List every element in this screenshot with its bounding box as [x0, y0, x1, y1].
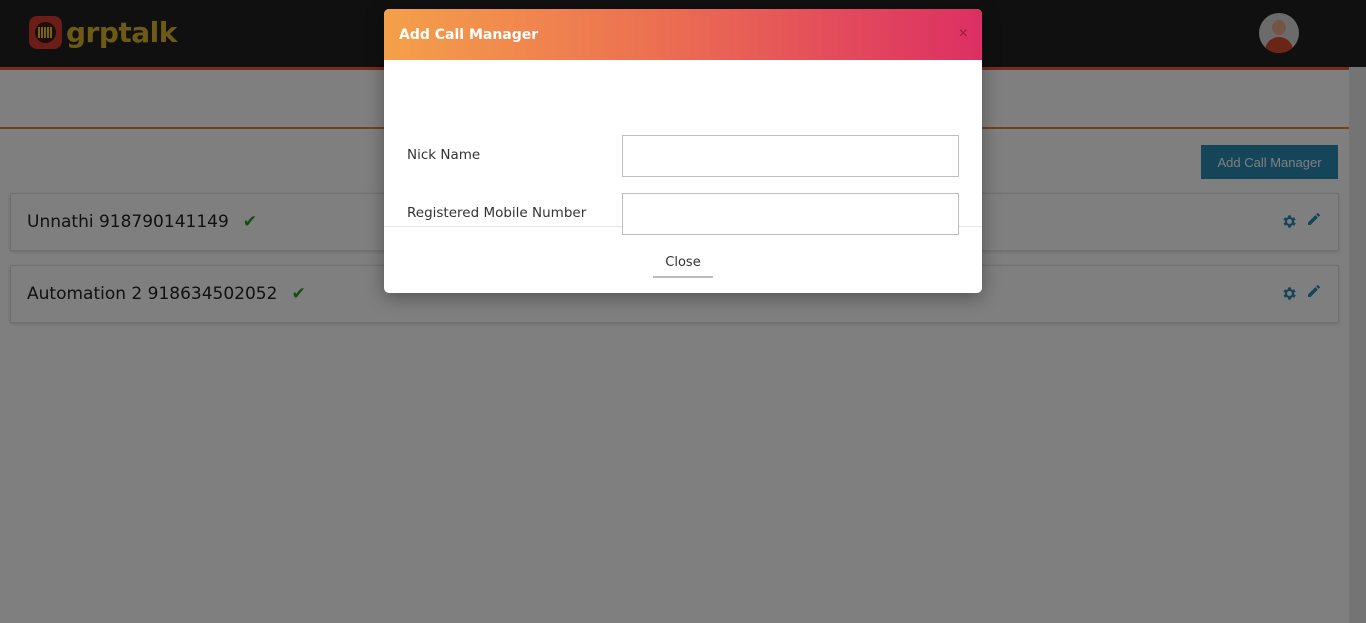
close-button[interactable]: Close [653, 247, 713, 278]
mobile-number-input[interactable] [622, 193, 959, 235]
nick-name-label: Nick Name [407, 147, 481, 163]
add-call-manager-modal: Add Call Manager × Nick Name Registered … [384, 9, 982, 293]
modal-body: Nick Name Registered Mobile Number [384, 60, 982, 235]
modal-header: Add Call Manager × [384, 9, 982, 60]
modal-title: Add Call Manager [399, 26, 539, 43]
nick-name-input[interactable] [622, 135, 959, 177]
modal-close-icon[interactable]: × [959, 25, 968, 43]
mobile-number-label: Registered Mobile Number [407, 205, 587, 221]
modal-footer: Close [384, 227, 982, 293]
